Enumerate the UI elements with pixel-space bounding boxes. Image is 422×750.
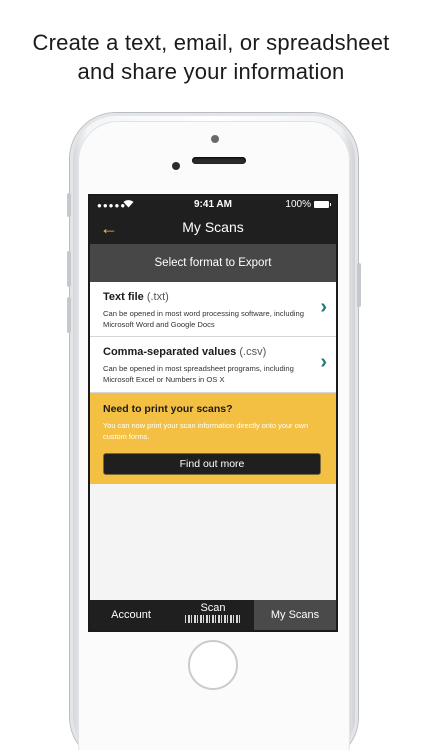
format-name: Comma-separated values xyxy=(103,346,237,358)
battery-icon xyxy=(314,201,331,208)
tab-account[interactable]: Account xyxy=(90,600,172,630)
format-name: Text file xyxy=(103,291,144,303)
proximity-sensor xyxy=(211,135,219,143)
tab-bar: Account Scan My Scans xyxy=(90,600,336,630)
power-button xyxy=(357,263,361,307)
promo-text: You can now print your scan information … xyxy=(103,421,309,441)
empty-content-area xyxy=(90,484,336,602)
format-option-txt[interactable]: Text file (.txt) Can be opened in most w… xyxy=(90,282,336,337)
format-title: Comma-separated values (.csv) xyxy=(103,346,266,358)
chevron-right-icon[interactable]: › xyxy=(320,297,327,317)
earpiece-speaker xyxy=(192,157,246,164)
chevron-right-icon[interactable]: › xyxy=(320,352,327,372)
front-camera xyxy=(172,162,180,170)
headline: Create a text, email, or spreadsheet and… xyxy=(0,28,422,86)
status-bar: ●●●●● 9:41 AM 100% xyxy=(90,196,336,214)
nav-bar: ← My Scans xyxy=(90,214,336,244)
page-title: My Scans xyxy=(182,219,244,235)
home-button xyxy=(188,640,238,690)
tab-scan[interactable]: Scan xyxy=(172,600,254,630)
print-promo-banner: Need to print your scans? You can now pr… xyxy=(90,393,336,484)
tab-my-scans[interactable]: My Scans xyxy=(254,600,336,630)
volume-down-button xyxy=(67,297,71,333)
app-screen: ●●●●● 9:41 AM 100% ← My Scans Select for… xyxy=(90,196,336,630)
tab-scan-label: Scan xyxy=(200,602,226,614)
headline-line-2: and share your information xyxy=(77,59,345,84)
volume-up-button xyxy=(67,251,71,287)
format-title: Text file (.txt) xyxy=(103,291,169,303)
barcode-icon xyxy=(185,615,241,623)
battery-percent: 100% xyxy=(285,199,311,210)
format-extension: (.txt) xyxy=(146,291,169,303)
promo-title: Need to print your scans? xyxy=(103,403,233,415)
mute-switch xyxy=(67,193,71,217)
headline-line-1: Create a text, email, or spreadsheet xyxy=(32,30,390,55)
format-description: Can be opened in most word processing so… xyxy=(103,309,304,329)
format-description: Can be opened in most spreadsheet progra… xyxy=(103,364,294,384)
section-header: Select format to Export xyxy=(90,244,336,282)
find-out-more-button[interactable]: Find out more xyxy=(103,453,321,475)
format-option-csv[interactable]: Comma-separated values (.csv) Can be ope… xyxy=(90,337,336,393)
format-extension: (.csv) xyxy=(239,346,267,358)
